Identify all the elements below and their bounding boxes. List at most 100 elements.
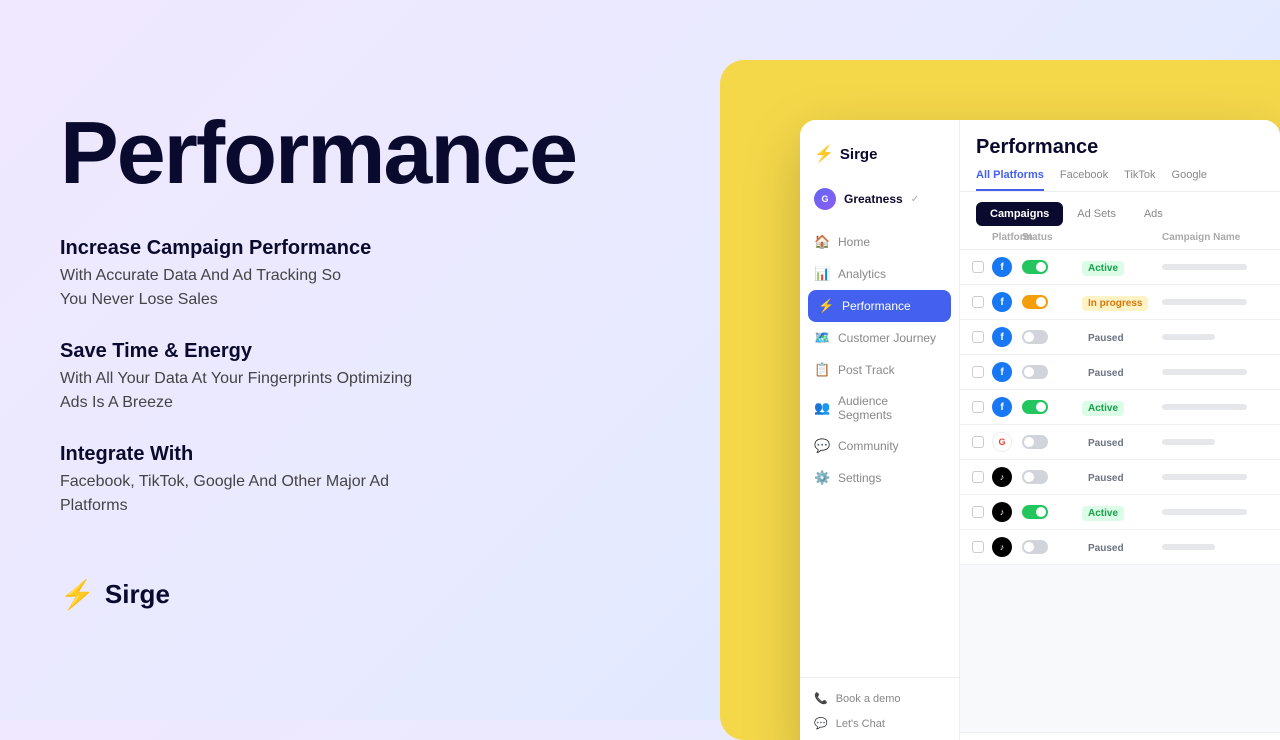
tab-google[interactable]: Google [1172, 169, 1207, 191]
status-badge: Active [1082, 401, 1124, 416]
nav-analytics[interactable]: 📊 Analytics [800, 258, 959, 290]
audience-icon: 👥 [814, 400, 830, 416]
feature-2: Save Time & Energy With All Your Data At… [60, 340, 680, 415]
book-demo-button[interactable]: 📞 Book a demo [800, 686, 959, 711]
campaign-bar [1162, 509, 1247, 515]
table-row: ♪ Paused [960, 530, 1280, 565]
col-status: Status [1022, 232, 1082, 243]
table-row: f Paused [960, 320, 1280, 355]
nav-home[interactable]: 🏠 Home [800, 226, 959, 258]
book-demo-label: Book a demo [836, 693, 901, 705]
platform-icon-tiktok: ♪ [992, 537, 1012, 557]
right-panel: ⚡ Sirge G Greatness ✓ 🏠 Home 📊 Analytics [720, 60, 1280, 740]
main-content: Performance All Platforms Facebook TikTo… [960, 120, 1280, 740]
nav-customer-journey[interactable]: 🗺️ Customer Journey [800, 322, 959, 354]
demo-icon: 📞 [814, 692, 828, 705]
status-toggle[interactable] [1022, 260, 1048, 274]
performance-icon: ⚡ [818, 298, 834, 314]
feature-3-desc: Facebook, TikTok, Google And Other Major… [60, 470, 680, 518]
nav-community[interactable]: 💬 Community [800, 430, 959, 462]
tab-ads[interactable]: Ads [1130, 202, 1177, 226]
platform-icon-tiktok: ♪ [992, 467, 1012, 487]
status-toggle[interactable] [1022, 505, 1048, 519]
platform-icon-fb: f [992, 292, 1012, 312]
nav-home-label: Home [838, 235, 870, 249]
workspace-item[interactable]: G Greatness ✓ [800, 180, 959, 218]
analytics-icon: 📊 [814, 266, 830, 282]
row-checkbox[interactable] [972, 471, 984, 483]
campaign-bar [1162, 544, 1215, 550]
feature-1-desc: With Accurate Data And Ad Tracking So Yo… [60, 264, 680, 312]
content-header: Performance All Platforms Facebook TikTo… [960, 120, 1280, 192]
campaigns-table: Platform Status Campaign Name f Active [960, 226, 1280, 732]
row-checkbox[interactable] [972, 506, 984, 518]
col-status-text [1082, 232, 1162, 243]
nav-post-track[interactable]: 📋 Post Track [800, 354, 959, 386]
status-toggle[interactable] [1022, 330, 1048, 344]
status-toggle[interactable] [1022, 435, 1048, 449]
row-checkbox[interactable] [972, 261, 984, 273]
campaign-bar [1162, 264, 1247, 270]
lets-chat-button[interactable]: 💬 Let's Chat [800, 711, 959, 736]
workspace-avatar: G [814, 188, 836, 210]
status-badge: Active [1082, 506, 1124, 521]
tab-all-platforms[interactable]: All Platforms [976, 169, 1044, 191]
table-row: f Active [960, 390, 1280, 425]
sidebar-logo-icon: ⚡ [814, 144, 834, 164]
status-badge: Paused [1082, 366, 1130, 381]
table-row: ♪ Active [960, 495, 1280, 530]
platform-icon-fb: f [992, 362, 1012, 382]
sidebar-logo: ⚡ Sirge [800, 136, 959, 180]
campaign-bar [1162, 404, 1247, 410]
nav-settings[interactable]: ⚙️ Settings [800, 462, 959, 494]
col-check [972, 232, 992, 243]
feature-1: Increase Campaign Performance With Accur… [60, 237, 680, 312]
tab-facebook[interactable]: Facebook [1060, 169, 1108, 191]
chat-icon: 💬 [814, 717, 828, 730]
row-checkbox[interactable] [972, 331, 984, 343]
status-toggle[interactable] [1022, 365, 1048, 379]
toggle-wrap [1022, 400, 1082, 414]
nav-performance[interactable]: ⚡ Performance [808, 290, 951, 322]
row-checkbox[interactable] [972, 436, 984, 448]
platform-icon-fb: f [992, 257, 1012, 277]
post-track-icon: 📋 [814, 362, 830, 378]
main-title: Performance [60, 109, 680, 197]
status-badge: Paused [1082, 331, 1130, 346]
device-frame: ⚡ Sirge G Greatness ✓ 🏠 Home 📊 Analytics [800, 120, 1280, 740]
platform-icon-fb: f [992, 327, 1012, 347]
tab-campaigns[interactable]: Campaigns [976, 202, 1063, 226]
status-badge: Paused [1082, 471, 1130, 486]
status-toggle[interactable] [1022, 400, 1048, 414]
workspace-verified-icon: ✓ [911, 194, 919, 205]
row-checkbox[interactable] [972, 401, 984, 413]
table-row: ♪ Paused [960, 460, 1280, 495]
sidebar-nav: 🏠 Home 📊 Analytics ⚡ Performance 🗺️ Cust… [800, 226, 959, 677]
sidebar-footer: 📞 Book a demo 💬 Let's Chat [800, 677, 959, 740]
status-toggle[interactable] [1022, 470, 1048, 484]
col-campaign-name: Campaign Name [1162, 232, 1268, 243]
page-title: Performance [976, 136, 1264, 159]
row-checkbox[interactable] [972, 366, 984, 378]
status-toggle[interactable] [1022, 540, 1048, 554]
toggle-wrap [1022, 260, 1082, 274]
campaign-bar [1162, 369, 1247, 375]
toggle-wrap [1022, 330, 1082, 344]
feature-3: Integrate With Facebook, TikTok, Google … [60, 443, 680, 518]
nav-audience-segments[interactable]: 👥 Audience Segments [800, 386, 959, 430]
row-checkbox[interactable] [972, 296, 984, 308]
toggle-wrap [1022, 435, 1082, 449]
workspace-name: Greatness [844, 192, 903, 206]
row-checkbox[interactable] [972, 541, 984, 553]
table-footer: Summary of 10 Campaigns [960, 732, 1280, 740]
tab-ad-sets[interactable]: Ad Sets [1063, 202, 1130, 226]
status-toggle[interactable] [1022, 295, 1048, 309]
left-panel: Performance Increase Campaign Performanc… [60, 0, 680, 720]
toggle-wrap [1022, 365, 1082, 379]
sidebar-logo-text: Sirge [840, 146, 878, 163]
status-badge: Paused [1082, 541, 1130, 556]
logo-icon: ⚡ [60, 578, 95, 611]
tab-tiktok[interactable]: TikTok [1124, 169, 1155, 191]
bottom-logo: ⚡ Sirge [60, 578, 680, 611]
app-sidebar: ⚡ Sirge G Greatness ✓ 🏠 Home 📊 Analytics [800, 120, 960, 740]
